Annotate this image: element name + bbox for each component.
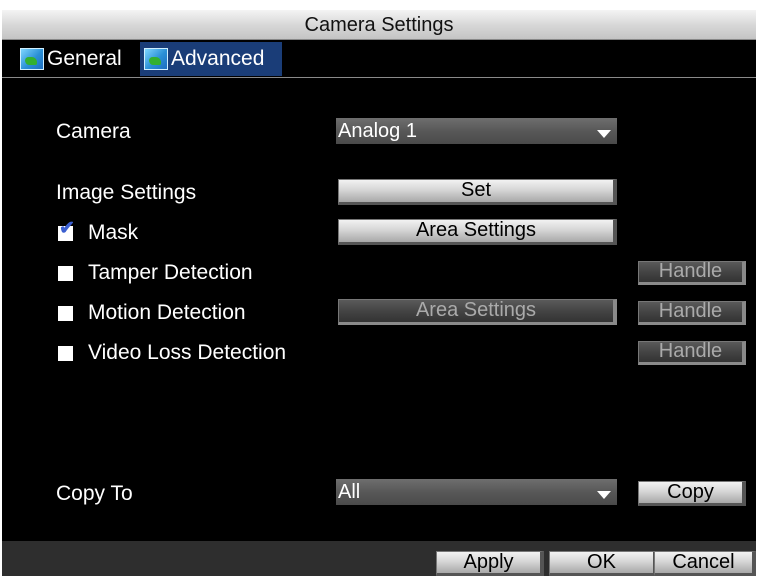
image-settings-label: Image Settings <box>56 181 197 204</box>
video-loss-detection-label: Video Loss Detection <box>88 341 287 364</box>
copy-to-select[interactable]: All <box>336 479 617 505</box>
camera-icon <box>144 48 168 70</box>
video-loss-detection-checkbox[interactable] <box>58 346 73 361</box>
mask-checkbox[interactable]: ✔ <box>58 219 75 241</box>
motion-handle-button[interactable]: Handle <box>638 301 746 325</box>
tamper-detection-checkbox[interactable] <box>58 266 73 281</box>
mask-label: Mask <box>88 221 139 244</box>
camera-icon <box>20 48 44 70</box>
tab-advanced[interactable]: Advanced <box>140 42 282 76</box>
tab-general-label: General <box>47 47 122 70</box>
chevron-down-icon[interactable] <box>591 118 617 144</box>
tamper-handle-button[interactable]: Handle <box>638 261 746 285</box>
chevron-down-icon[interactable] <box>591 479 617 505</box>
footer-bar: Apply OK Cancel <box>2 541 756 576</box>
camera-label: Camera <box>56 120 131 143</box>
window-title: Camera Settings <box>2 10 756 40</box>
tamper-detection-label: Tamper Detection <box>88 261 253 284</box>
motion-area-settings-button[interactable]: Area Settings <box>338 299 617 325</box>
mask-area-settings-button[interactable]: Area Settings <box>338 219 617 245</box>
camera-select-value: Analog 1 <box>338 120 417 142</box>
copy-to-select-value: All <box>338 481 361 503</box>
copy-to-label: Copy To <box>56 482 133 505</box>
video-loss-handle-button[interactable]: Handle <box>638 341 746 365</box>
tab-bar: General Advanced <box>2 40 756 78</box>
checkmark-icon: ✔ <box>59 218 75 239</box>
tab-general[interactable]: General <box>16 42 134 76</box>
cancel-button[interactable]: Cancel <box>654 551 756 576</box>
apply-button[interactable]: Apply <box>436 551 544 576</box>
camera-settings-window: Camera Settings General Advanced Camera … <box>2 10 756 576</box>
motion-detection-checkbox[interactable] <box>58 306 73 321</box>
copy-button[interactable]: Copy <box>638 481 746 506</box>
image-settings-set-button[interactable]: Set <box>338 179 617 205</box>
motion-detection-label: Motion Detection <box>88 301 246 324</box>
tab-advanced-label: Advanced <box>171 47 265 70</box>
camera-select[interactable]: Analog 1 <box>336 118 617 144</box>
ok-button[interactable]: OK <box>549 551 657 576</box>
